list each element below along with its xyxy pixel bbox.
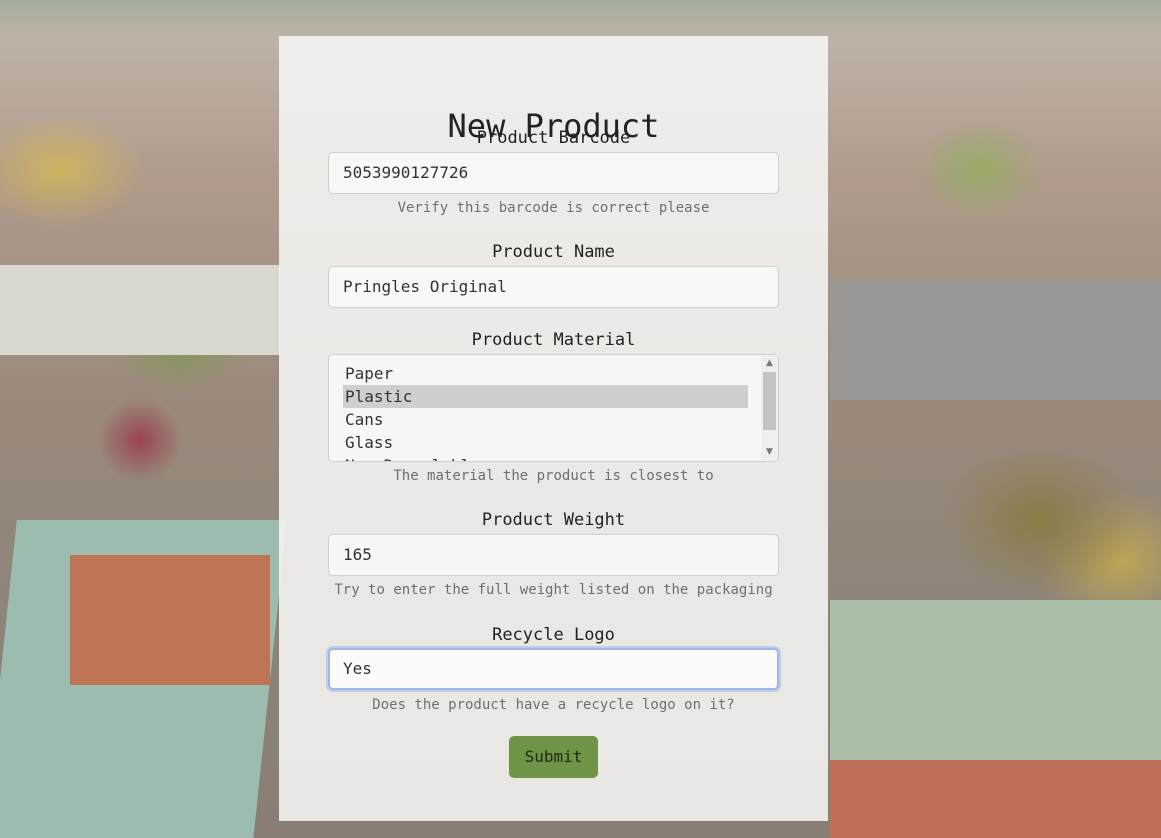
material-option-non-recyclable[interactable]: Non-Recyclable [343, 454, 748, 461]
material-option-cans[interactable]: Cans [343, 408, 748, 431]
barcode-hint: Verify this barcode is correct please [397, 200, 710, 216]
product-weight-label: Product Weight [481, 510, 626, 530]
new-product-form: New Product Product Barcode 505399012772… [279, 36, 828, 821]
recycle-logo-hint: Does the product have a recycle logo on … [372, 697, 735, 713]
material-option-paper[interactable]: Paper [343, 362, 748, 385]
recycle-logo-input[interactable]: Yes [328, 648, 779, 690]
product-name-input[interactable]: Pringles Original [328, 266, 779, 308]
product-material-label: Product Material [471, 330, 636, 350]
listbox-scrollbar[interactable]: ▲ ▼ [761, 355, 778, 461]
weight-hint: Try to enter the full weight listed on t… [334, 582, 773, 598]
product-name-label: Product Name [492, 242, 615, 262]
scroll-thumb[interactable] [763, 372, 776, 430]
barcode-label: Product Barcode [476, 128, 631, 148]
product-weight-input[interactable]: 165 [328, 534, 779, 576]
product-material-listbox[interactable]: Paper Plastic Cans Glass Non-Recyclable … [328, 354, 779, 462]
scroll-down-icon[interactable]: ▼ [761, 445, 778, 459]
recycle-logo-label: Recycle Logo [492, 625, 615, 645]
material-hint: The material the product is closest to [393, 468, 714, 484]
barcode-input[interactable]: 5053990127726 [328, 152, 779, 194]
material-option-plastic[interactable]: Plastic [343, 385, 748, 408]
submit-button[interactable]: Submit [509, 736, 598, 778]
scroll-up-icon[interactable]: ▲ [761, 356, 778, 370]
material-option-glass[interactable]: Glass [343, 431, 748, 454]
